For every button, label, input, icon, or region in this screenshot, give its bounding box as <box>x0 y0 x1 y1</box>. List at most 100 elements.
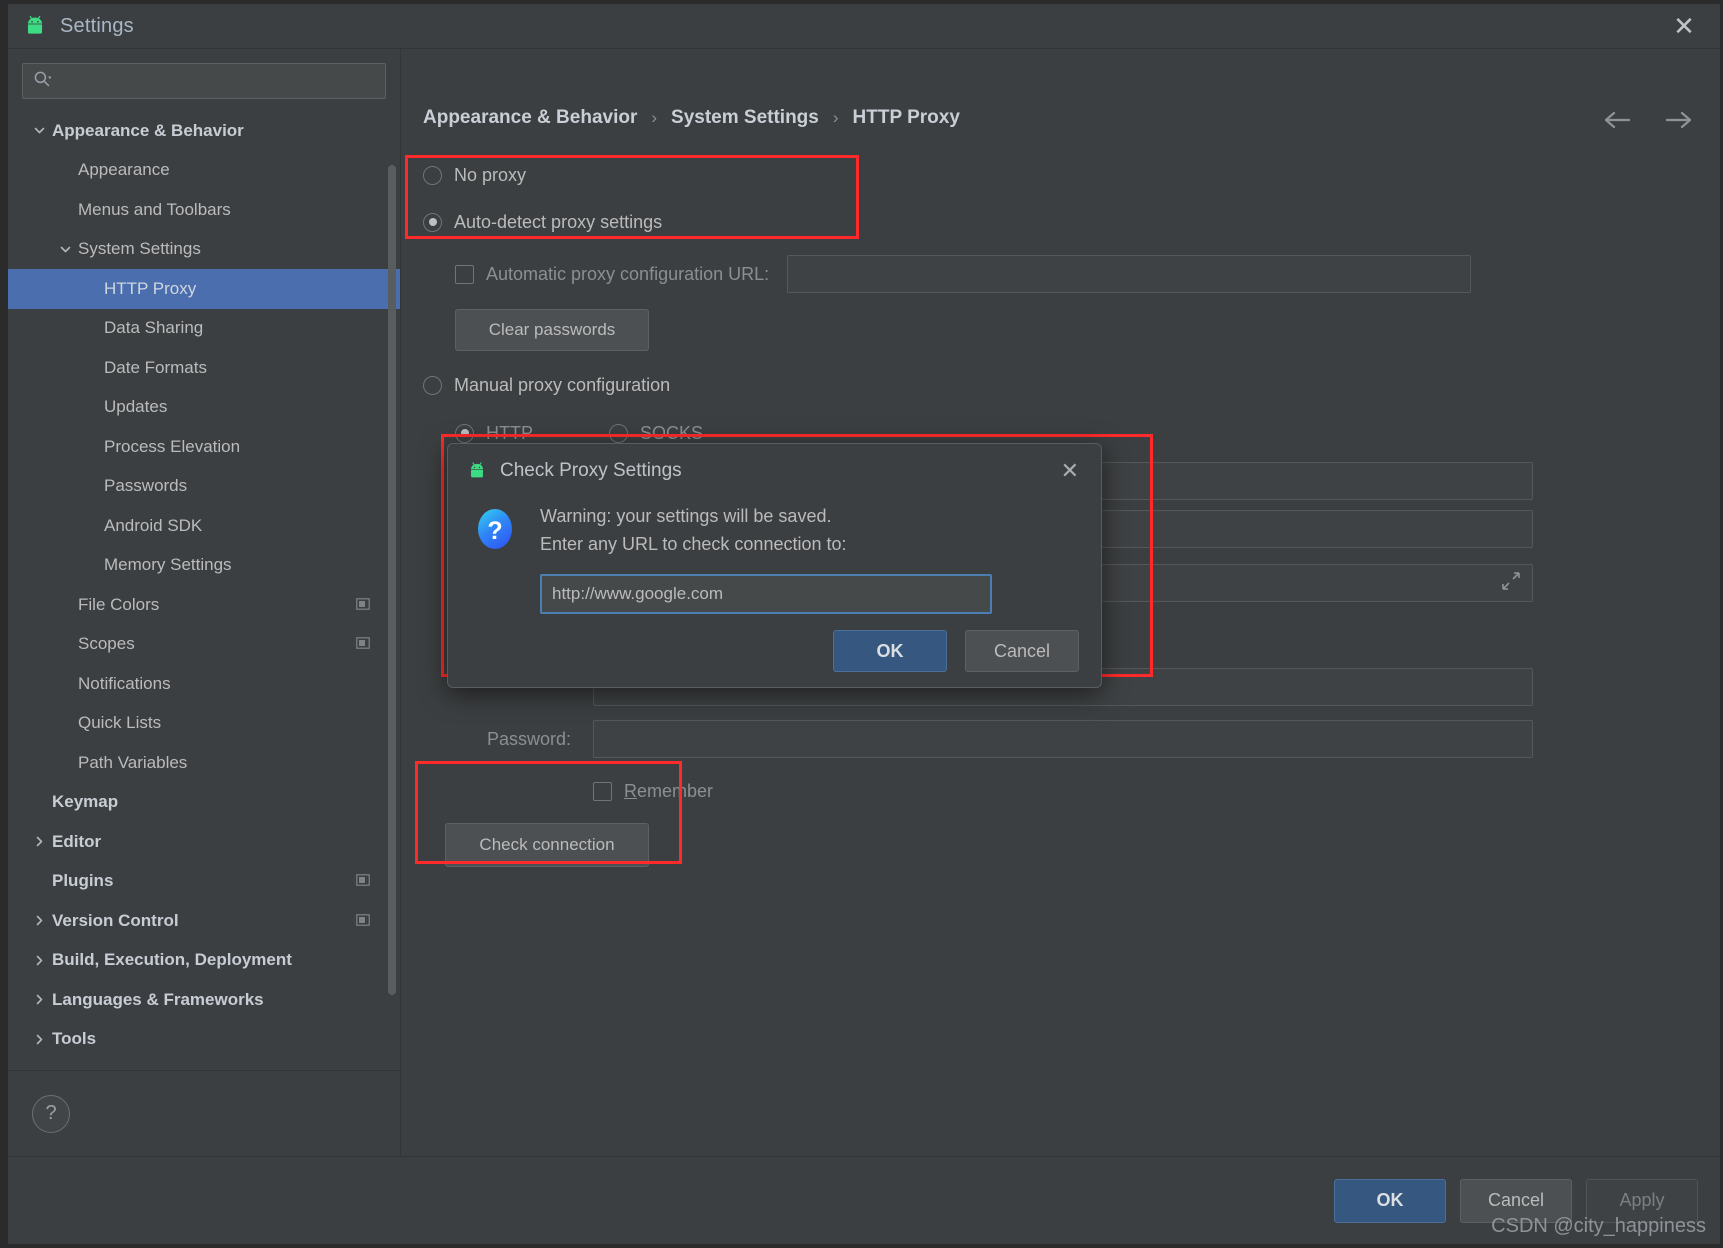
sidebar-item-build-execution-deployment[interactable]: Build, Execution, Deployment <box>8 941 400 981</box>
chevron-right-icon[interactable] <box>26 914 52 927</box>
remember-checkbox[interactable] <box>593 781 612 801</box>
project-scope-badge-icon <box>356 871 370 891</box>
sidebar-item-appearance[interactable]: Appearance <box>8 151 400 191</box>
check-connection-row: Check connection <box>423 815 1694 875</box>
sidebar-item-label: System Settings <box>78 239 201 259</box>
sidebar-item-date-formats[interactable]: Date Formats <box>8 348 400 388</box>
arrow-right-icon[interactable] <box>1660 109 1694 131</box>
sidebar-item-memory-settings[interactable]: Memory Settings <box>8 546 400 586</box>
window-title: Settings <box>60 14 134 37</box>
arrow-left-icon[interactable] <box>1602 109 1636 131</box>
help-button[interactable]: ? <box>32 1094 70 1133</box>
auto-config-url-checkbox[interactable] <box>455 264 474 284</box>
sidebar-item-label: Notifications <box>78 673 171 693</box>
chevron-right-icon[interactable] <box>26 1033 52 1046</box>
remember-label: Remember <box>624 781 713 802</box>
sidebar-item-label: Build, Execution, Deployment <box>52 950 292 970</box>
sidebar-item-updates[interactable]: Updates <box>8 388 400 428</box>
watermark: CSDN @city_happiness <box>1491 1215 1706 1237</box>
auto-detect-radio[interactable] <box>423 212 442 232</box>
sidebar-item-android-sdk[interactable]: Android SDK <box>8 506 400 546</box>
dialog-body: ? Warning: your settings will be saved. … <box>448 498 1101 614</box>
breadcrumb-appearance-behavior[interactable]: Appearance & Behavior <box>423 107 637 129</box>
http-label: HTTP <box>486 422 533 443</box>
sidebar: Appearance & Behavior Appearance Menus and… <box>8 49 401 1156</box>
sidebar-item-path-variables[interactable]: Path Variables <box>8 743 400 783</box>
android-robot-icon <box>466 460 488 482</box>
auto-detect-label: Auto-detect proxy settings <box>454 211 663 232</box>
no-proxy-row[interactable]: No proxy <box>423 155 1694 195</box>
sidebar-item-file-colors[interactable]: File Colors <box>8 585 400 625</box>
ok-button[interactable]: OK <box>1334 1178 1446 1223</box>
sidebar-item-languages-frameworks[interactable]: Languages & Frameworks <box>8 980 400 1020</box>
sidebar-item-tools[interactable]: Tools <box>8 1020 400 1060</box>
manual-proxy-row[interactable]: Manual proxy configuration <box>423 361 1694 409</box>
manual-proxy-label: Manual proxy configuration <box>454 374 671 395</box>
svg-text:?: ? <box>487 517 502 545</box>
sidebar-item-data-sharing[interactable]: Data Sharing <box>8 309 400 349</box>
dialog-ok-button[interactable]: OK <box>833 630 947 672</box>
sidebar-item-label: File Colors <box>78 594 160 614</box>
sidebar-item-quick-lists[interactable]: Quick Lists <box>8 704 400 744</box>
sidebar-item-label: Quick Lists <box>78 713 162 733</box>
chevron-right-icon[interactable] <box>26 835 52 848</box>
dialog-title: Check Proxy Settings <box>500 460 682 481</box>
clear-passwords-button[interactable]: Clear passwords <box>455 309 649 351</box>
sidebar-item-label: Plugins <box>52 871 114 891</box>
check-proxy-settings-dialog: Check Proxy Settings ✕ ? Warning: your s… <box>447 443 1102 688</box>
auto-detect-row[interactable]: Auto-detect proxy settings <box>423 195 1694 249</box>
sidebar-item-label: Tools <box>52 1029 97 1049</box>
sidebar-item-system-settings[interactable]: System Settings <box>8 230 400 270</box>
sidebar-item-appearance-behavior[interactable]: Appearance & Behavior <box>8 111 400 151</box>
breadcrumb-separator: › <box>651 108 658 127</box>
socks-label: SOCKS <box>640 422 704 443</box>
sidebar-scrollbar-track[interactable] <box>388 57 398 1148</box>
sidebar-item-process-elevation[interactable]: Process Elevation <box>8 427 400 467</box>
chevron-right-icon[interactable] <box>26 954 52 967</box>
close-icon[interactable]: ✕ <box>1662 9 1706 43</box>
sidebar-item-scopes[interactable]: Scopes <box>8 625 400 665</box>
chevron-down-icon[interactable] <box>26 124 52 137</box>
search-box[interactable] <box>22 63 386 99</box>
sidebar-item-label: Menus and Toolbars <box>78 199 231 219</box>
check-connection-button[interactable]: Check connection <box>445 823 649 867</box>
chevron-right-icon[interactable] <box>26 993 52 1006</box>
sidebar-item-label: Updates <box>104 397 168 417</box>
http-radio[interactable] <box>455 423 474 443</box>
remember-label-rest: emember <box>637 780 714 801</box>
sidebar-item-label: Languages & Frameworks <box>52 989 264 1009</box>
sidebar-item-http-proxy[interactable]: HTTP Proxy <box>8 269 400 309</box>
sidebar-scrollbar-thumb[interactable] <box>388 165 396 995</box>
chevron-down-icon[interactable] <box>52 243 78 256</box>
dialog-footer-buttons: OK Cancel Apply CSDN @city_happiness <box>8 1156 1720 1244</box>
settings-window: Settings ✕ Appearance & Behavior Appeara… <box>8 4 1720 1244</box>
sidebar-item-passwords[interactable]: Passwords <box>8 467 400 507</box>
sidebar-item-plugins[interactable]: Plugins <box>8 862 400 902</box>
main-inner: Appearance & Behavior › System Settings … <box>401 49 1720 1156</box>
breadcrumb-separator: › <box>832 108 839 127</box>
sidebar-item-label: Keymap <box>52 792 119 812</box>
title-bar: Settings ✕ <box>8 4 1720 49</box>
dialog-url-input[interactable]: http://www.google.com <box>540 574 992 614</box>
sidebar-item-menus-and-toolbars[interactable]: Menus and Toolbars <box>8 190 400 230</box>
search-input[interactable] <box>57 71 375 91</box>
dialog-cancel-button[interactable]: Cancel <box>965 630 1079 672</box>
auto-config-url-label: Automatic proxy configuration URL: <box>486 263 770 284</box>
socks-radio[interactable] <box>609 423 628 443</box>
expand-icon[interactable] <box>1500 570 1522 597</box>
dialog-title-bar: Check Proxy Settings ✕ <box>448 444 1101 498</box>
manual-proxy-radio[interactable] <box>423 375 442 395</box>
sidebar-item-keymap[interactable]: Keymap <box>8 783 400 823</box>
navigation-arrows <box>1602 109 1694 131</box>
sidebar-item-version-control[interactable]: Version Control <box>8 901 400 941</box>
remember-mnemonic: R <box>624 780 637 801</box>
no-proxy-radio[interactable] <box>423 165 442 185</box>
sidebar-item-editor[interactable]: Editor <box>8 822 400 862</box>
password-input[interactable] <box>593 720 1533 758</box>
dialog-footer: OK Cancel <box>448 614 1101 688</box>
breadcrumb-system-settings[interactable]: System Settings <box>671 107 819 129</box>
sidebar-item-notifications[interactable]: Notifications <box>8 664 400 704</box>
window-body: Appearance & Behavior Appearance Menus and… <box>8 49 1720 1156</box>
close-icon[interactable]: ✕ <box>1053 454 1087 488</box>
auto-config-url-input[interactable] <box>787 255 1472 293</box>
